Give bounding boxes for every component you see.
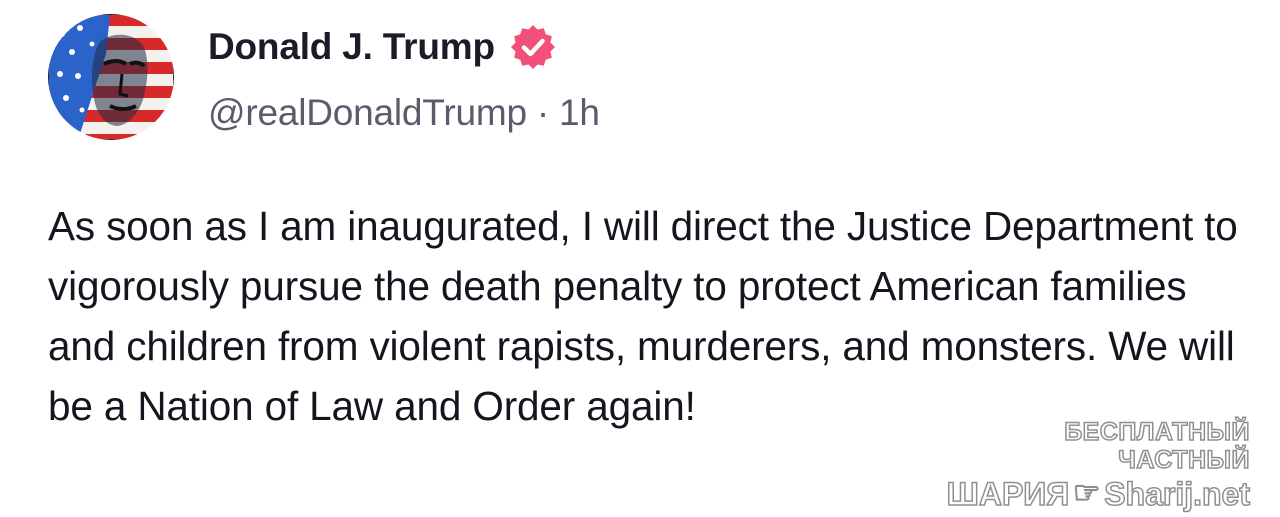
watermark: БЕСПЛАТНЫЙ ЧАСТНЫЙ ШАРИЯ ☛ Sharij.net	[946, 417, 1251, 514]
watermark-line1: БЕСПЛАТНЫЙ ЧАСТНЫЙ	[1063, 417, 1250, 475]
meta-separator: ·	[536, 92, 549, 133]
avatar-image	[48, 14, 174, 140]
watermark-line2: ШАРИЯ ☛ Sharij.net	[946, 474, 1251, 514]
watermark-line2-right: Sharij.net	[1103, 475, 1250, 513]
author-handle[interactable]: @realDonaldTrump	[208, 92, 527, 133]
author-name-row: Donald J. Trump	[208, 24, 557, 70]
post-body: As soon as I am inaugurated, I will dire…	[48, 203, 1238, 429]
verified-badge-icon	[509, 23, 557, 71]
post-timestamp[interactable]: 1h	[559, 92, 600, 133]
watermark-line2-left: ШАРИЯ	[946, 475, 1070, 513]
author-display-name[interactable]: Donald J. Trump	[208, 26, 495, 68]
pointing-hand-icon: ☛	[1073, 477, 1101, 511]
post-meta: @realDonaldTrump · 1h	[208, 92, 600, 134]
author-avatar[interactable]	[48, 14, 174, 140]
